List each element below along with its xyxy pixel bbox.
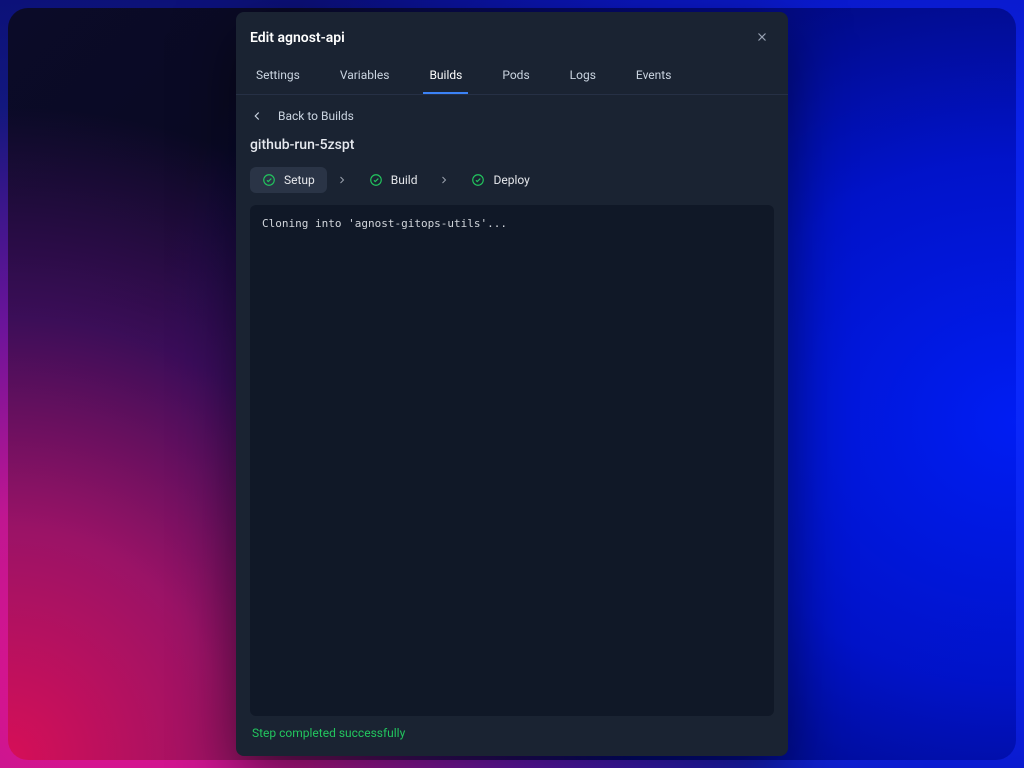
stepper: Setup Build Deploy bbox=[250, 167, 774, 193]
step-label: Build bbox=[391, 173, 418, 187]
check-circle-icon bbox=[262, 173, 276, 187]
back-label: Back to Builds bbox=[278, 109, 354, 123]
panel-title: Edit agnost-api bbox=[250, 30, 345, 46]
step-deploy[interactable]: Deploy bbox=[459, 167, 541, 193]
chevron-right-icon bbox=[335, 173, 349, 187]
tabs: Settings Variables Builds Pods Logs Even… bbox=[236, 60, 788, 95]
step-setup[interactable]: Setup bbox=[250, 167, 327, 193]
tab-events[interactable]: Events bbox=[630, 60, 678, 94]
tab-builds[interactable]: Builds bbox=[423, 60, 468, 94]
panel-body: Back to Builds github-run-5zspt Setup Bu… bbox=[236, 95, 788, 756]
edit-panel: Edit agnost-api Settings Variables Build… bbox=[236, 12, 788, 756]
chevron-right-icon bbox=[437, 173, 451, 187]
back-to-builds[interactable]: Back to Builds bbox=[250, 109, 774, 123]
close-button[interactable] bbox=[750, 26, 774, 50]
tab-logs[interactable]: Logs bbox=[564, 60, 602, 94]
close-icon bbox=[755, 29, 769, 48]
tab-variables[interactable]: Variables bbox=[334, 60, 396, 94]
tab-settings[interactable]: Settings bbox=[250, 60, 306, 94]
check-circle-icon bbox=[369, 173, 383, 187]
check-circle-icon bbox=[471, 173, 485, 187]
panel-header: Edit agnost-api bbox=[236, 12, 788, 60]
arrow-left-icon bbox=[250, 109, 264, 123]
step-status: Step completed successfully bbox=[250, 716, 774, 742]
step-label: Deploy bbox=[493, 173, 529, 187]
step-label: Setup bbox=[284, 173, 315, 187]
log-output[interactable]: Cloning into 'agnost-gitops-utils'... bbox=[250, 205, 774, 716]
tab-pods[interactable]: Pods bbox=[496, 60, 535, 94]
step-build[interactable]: Build bbox=[357, 167, 430, 193]
run-title: github-run-5zspt bbox=[250, 137, 774, 153]
